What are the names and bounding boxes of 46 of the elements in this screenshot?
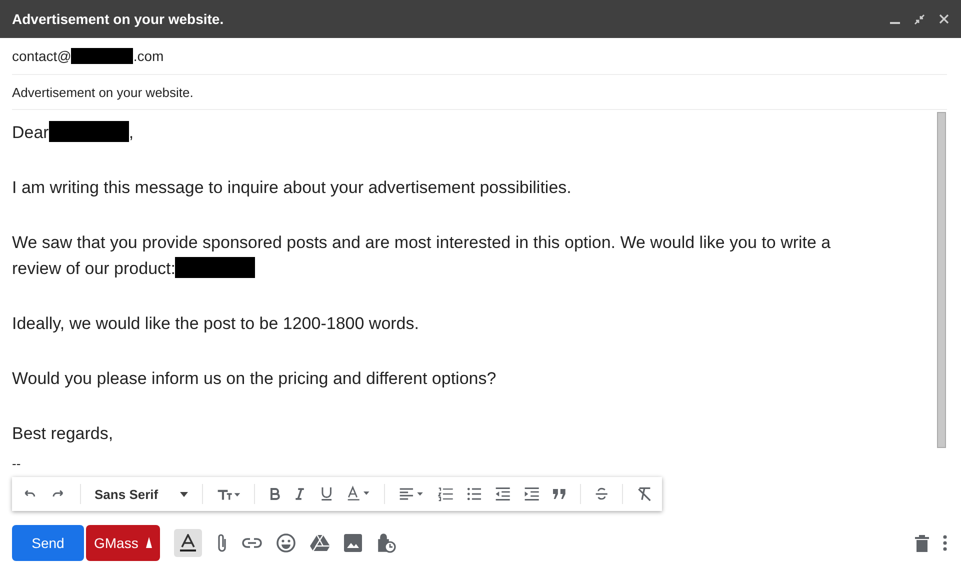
attachment-icon[interactable] — [216, 533, 228, 553]
strikethrough-icon[interactable] — [595, 486, 608, 502]
triangle-icon — [146, 537, 152, 549]
image-icon[interactable] — [344, 534, 362, 552]
send-button[interactable]: Send — [12, 525, 84, 561]
trash-icon[interactable] — [915, 534, 929, 552]
indent-less-icon[interactable] — [495, 486, 510, 502]
numbered-list-icon[interactable] — [438, 486, 453, 502]
redaction-block — [71, 48, 134, 64]
bold-icon[interactable] — [268, 486, 280, 502]
text-format-icon — [179, 534, 198, 552]
italic-icon[interactable] — [294, 486, 306, 502]
body-text: I am writing this message to inquire about your advertisement possibilities. — [12, 178, 572, 197]
emoji-icon[interactable] — [276, 533, 296, 553]
underline-icon[interactable] — [320, 485, 334, 503]
window-title: Advertisement on your website. — [12, 11, 225, 27]
body-text: Would you please inform us on the pricing and different options? — [12, 369, 496, 388]
clear-formatting-icon[interactable] — [637, 485, 652, 503]
body-text: Ideally, we would like the post to be 1200-1800 words. — [12, 314, 419, 333]
body-text: , — [128, 123, 134, 142]
font-dropdown[interactable]: Sans Serif — [94, 486, 188, 502]
gmass-button[interactable]: GMass — [86, 525, 160, 561]
signature-separator: -- — [12, 458, 22, 470]
text-color-icon[interactable] — [347, 485, 370, 503]
body-text: review of our product: — [12, 259, 176, 278]
subject-text: Advertisement on your website. — [12, 84, 194, 100]
body-text: Best regards, — [12, 424, 114, 443]
exit-fullscreen-icon[interactable] — [914, 14, 925, 24]
caret-icon — [180, 492, 188, 496]
quote-icon[interactable] — [553, 488, 566, 500]
indent-more-icon[interactable] — [524, 486, 540, 502]
scrollbar[interactable] — [937, 112, 946, 448]
body-text: Dear — [12, 123, 49, 142]
body-text: We saw that you provide sponsored posts and are most interested in this option. We would like you to write a — [12, 233, 831, 252]
recipient-text: .com — [133, 48, 164, 64]
close-icon[interactable] — [939, 14, 949, 24]
recipient-field[interactable]: contact@ .com — [12, 38, 947, 75]
align-icon[interactable] — [399, 486, 424, 502]
link-icon[interactable] — [242, 537, 262, 549]
more-options-icon[interactable] — [943, 535, 947, 551]
bulleted-list-icon[interactable] — [466, 486, 482, 502]
formatting-options-button[interactable] — [174, 529, 202, 557]
drive-icon[interactable] — [310, 534, 330, 552]
subject-field[interactable]: Advertisement on your website. — [12, 75, 947, 110]
lock-clock-icon[interactable] — [376, 533, 396, 553]
recipient-text: contact@ — [12, 48, 72, 64]
